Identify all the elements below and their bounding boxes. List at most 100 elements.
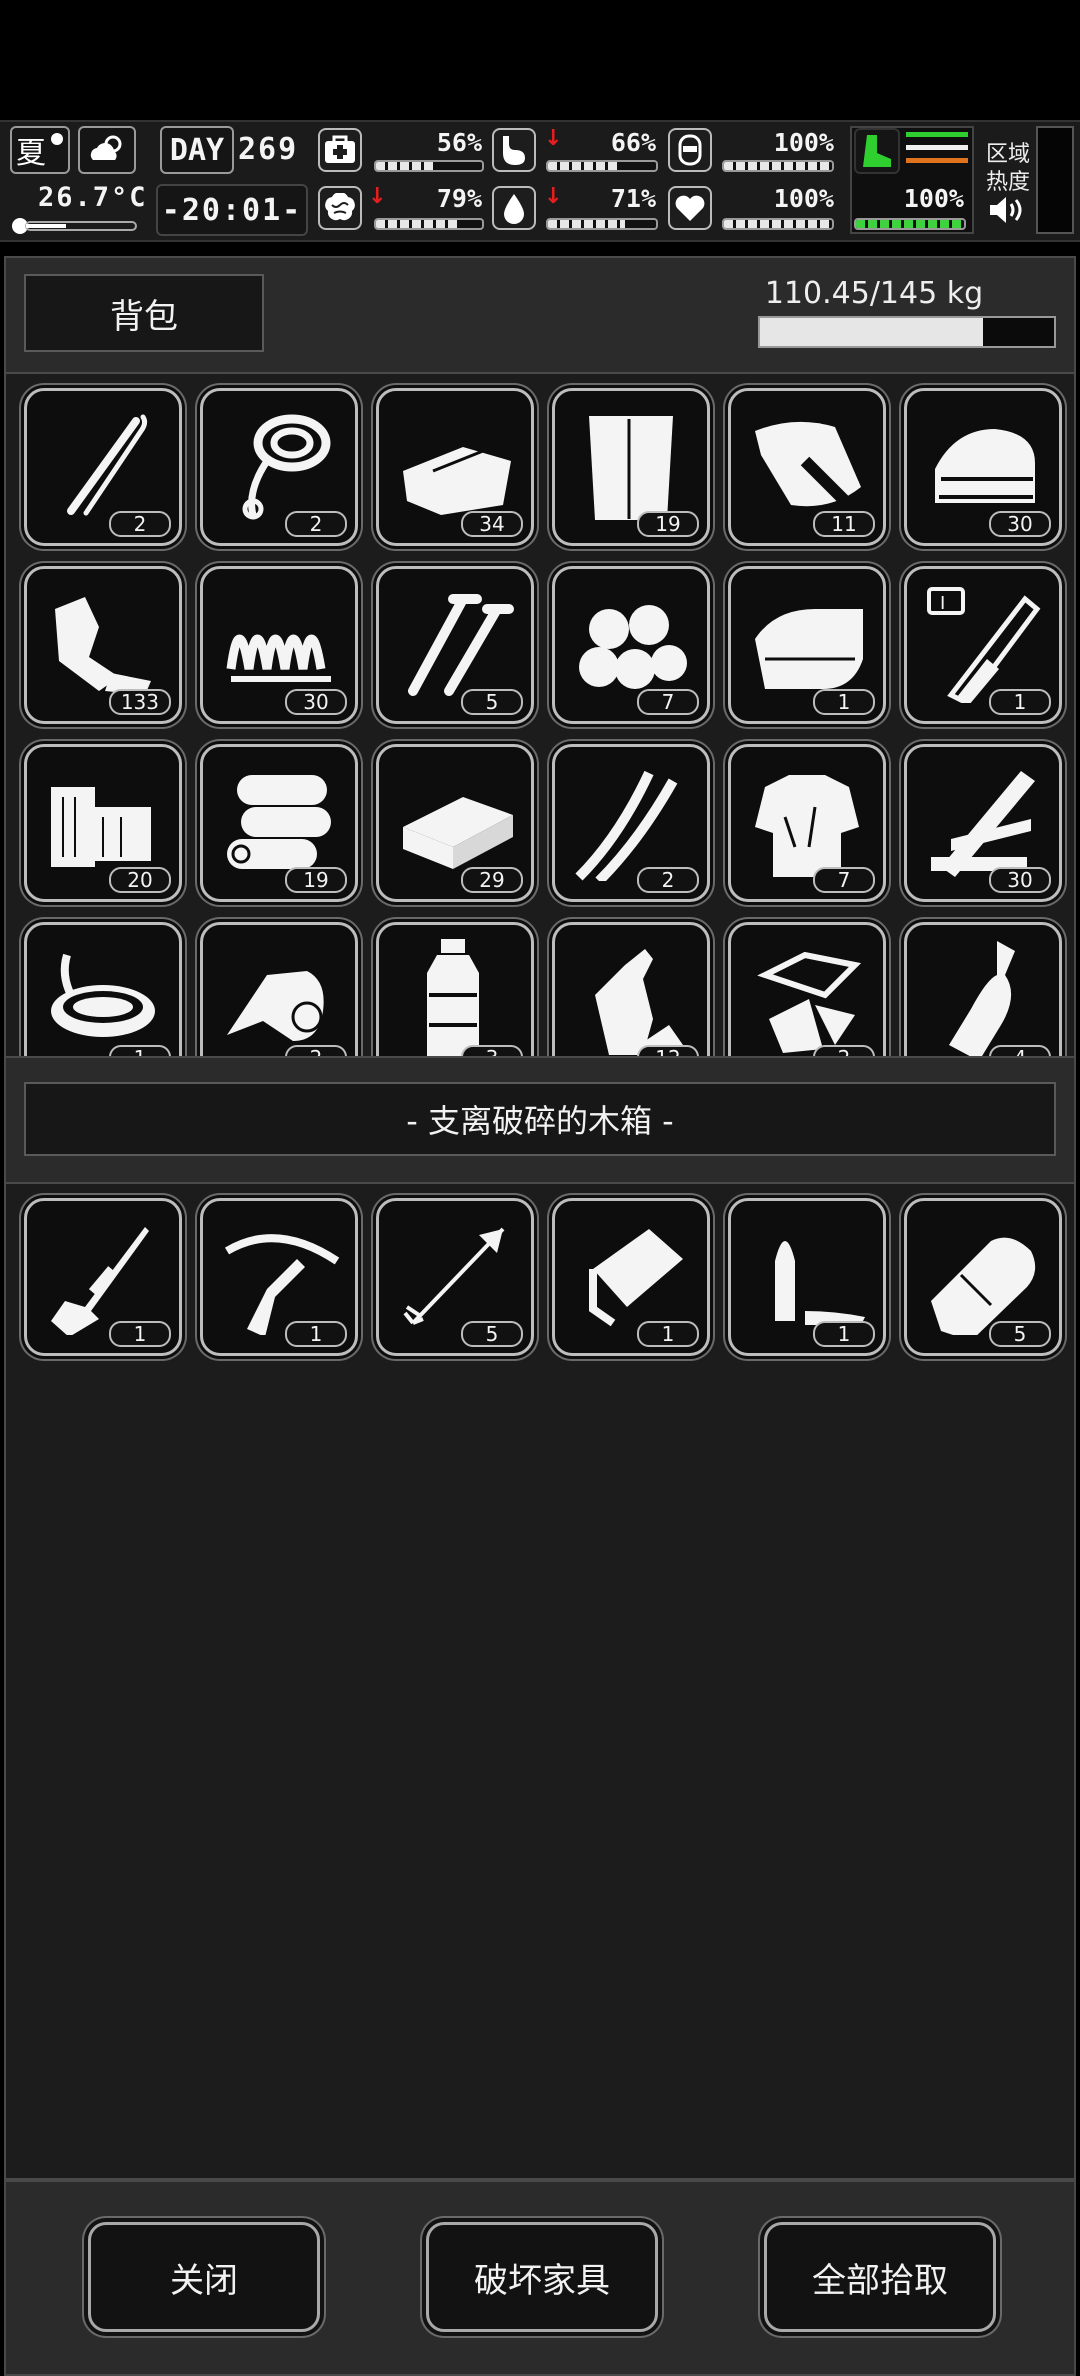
cloth-sheets-icon: [403, 447, 511, 515]
rope-icon: [242, 414, 331, 520]
item-slot[interactable]: 1: [728, 566, 886, 724]
item-count: 1: [637, 1321, 699, 1347]
item-count: 133: [108, 689, 171, 715]
cartridge-icon: [931, 1237, 1036, 1335]
item-count: 19: [637, 511, 699, 537]
item-count: 5: [461, 689, 523, 715]
footer-bar: 关闭 破坏家具 全部拾取: [4, 2180, 1076, 2376]
zone-heat-meter: [1036, 126, 1074, 234]
item-slot[interactable]: 1: [552, 1198, 710, 1356]
item-slot[interactable]: 5: [904, 1198, 1062, 1356]
medkit-icon: [318, 128, 362, 172]
thermometer-icon: [12, 218, 137, 234]
scrap-metal-icon: [55, 597, 151, 695]
item-slot[interactable]: 19: [200, 744, 358, 902]
item-slot[interactable]: 34: [376, 388, 534, 546]
item-slot[interactable]: 2: [552, 744, 710, 902]
item-count: 2: [285, 511, 347, 537]
item-slot[interactable]: 5: [376, 566, 534, 724]
wood-blocks-icon: [51, 787, 151, 867]
item-slot[interactable]: 20: [24, 744, 182, 902]
item-count: 3: [461, 1045, 523, 1056]
item-count: 34: [461, 511, 523, 537]
close-button[interactable]: 关闭: [88, 2222, 320, 2332]
item-slot[interactable]: 1: [200, 1198, 358, 1356]
stamina-percent: 100%: [903, 184, 964, 213]
backpack-header: 背包 110.45/145 kg: [4, 256, 1076, 374]
item-slot[interactable]: 2: [24, 388, 182, 546]
item-count: 1: [109, 1045, 171, 1056]
plank-box-icon: [403, 797, 513, 869]
item-slot[interactable]: 2: [728, 922, 886, 1056]
health-bar: [374, 160, 484, 172]
item-slot[interactable]: 30: [904, 388, 1062, 546]
stamina-stripes: [906, 132, 968, 163]
item-slot[interactable]: 2: [200, 922, 358, 1056]
item-slot[interactable]: 7: [728, 744, 886, 902]
item-slot[interactable]: 1: [728, 1198, 886, 1356]
fabric-roll-icon: [755, 609, 863, 689]
item-count: 11: [813, 511, 875, 537]
item-slot[interactable]: 5: [376, 1198, 534, 1356]
stomach-icon: [492, 128, 536, 172]
logs-icon: [227, 775, 331, 869]
backpack-tab[interactable]: 背包: [24, 274, 264, 352]
thirst-percent: 71%: [610, 184, 656, 213]
item-slot[interactable]: 133: [24, 566, 182, 724]
item-count: 20: [109, 867, 171, 893]
item-count: 7: [637, 689, 699, 715]
hunger-percent: 66%: [610, 128, 656, 157]
status-bar: 夏 26.7°C DAY 269 -20:01- 56% ↓ 79% ↓ 66%…: [0, 120, 1080, 242]
water-drop-icon: [492, 186, 536, 230]
item-slot[interactable]: 2: [200, 388, 358, 546]
hunger-bar: [546, 160, 658, 172]
item-count: 12: [637, 1045, 699, 1056]
item-slot[interactable]: 7: [552, 566, 710, 724]
day-label: DAY: [160, 126, 234, 174]
item-slot[interactable]: 3: [376, 922, 534, 1056]
container-header: - 支离破碎的木箱 -: [4, 1056, 1076, 1184]
thirst-bar: [546, 218, 658, 230]
item-slot[interactable]: 12: [552, 922, 710, 1056]
item-slot[interactable]: 30: [904, 744, 1062, 902]
container-title: - 支离破碎的木箱 -: [406, 1102, 674, 1140]
paper-sack-icon: [589, 416, 673, 520]
crushed-bottle-icon: [595, 949, 683, 1056]
speaker-icon[interactable]: [988, 194, 1026, 226]
item-slot[interactable]: 30: [200, 566, 358, 724]
item-count: 1: [813, 1321, 875, 1347]
destroy-furniture-button[interactable]: 破坏家具: [426, 2222, 658, 2332]
container-grid: 1 1 5 1 1 5: [4, 1184, 1076, 2180]
item-count: 7: [813, 867, 875, 893]
weight-bar-fill: [760, 318, 984, 346]
spring-icon: [226, 634, 331, 682]
weight-bar: [758, 316, 1056, 348]
sanity-percent: 79%: [436, 184, 482, 213]
item-count: 5: [461, 1321, 523, 1347]
heart-bar: [722, 218, 834, 230]
folded-rags-icon: [935, 429, 1035, 503]
item-slot[interactable]: I1: [904, 566, 1062, 724]
weather-icon: [78, 126, 136, 174]
glass-shards-icon: [757, 951, 862, 1053]
item-slot[interactable]: 1: [24, 922, 182, 1056]
bandage-icon: [227, 971, 324, 1041]
item-slot[interactable]: 1: [24, 1198, 182, 1356]
item-slot[interactable]: 11: [728, 388, 886, 546]
item-count: 2: [813, 1045, 875, 1056]
item-count: 30: [285, 689, 347, 715]
season-badge: 夏: [10, 126, 70, 174]
sniper-rifle-icon: [51, 1227, 149, 1335]
clock: -20:01-: [156, 184, 308, 236]
screws-icon: [408, 594, 514, 696]
item-slot[interactable]: 4: [904, 922, 1062, 1056]
item-slot[interactable]: 29: [376, 744, 534, 902]
item-slot[interactable]: 19: [552, 388, 710, 546]
season-text: 夏: [16, 136, 46, 171]
item-count: 19: [285, 867, 347, 893]
armor-bar: [722, 160, 834, 172]
helmet-icon: [668, 128, 712, 172]
take-all-button[interactable]: 全部拾取: [764, 2222, 996, 2332]
brain-icon: [318, 186, 362, 230]
item-count: 4: [989, 1045, 1051, 1056]
